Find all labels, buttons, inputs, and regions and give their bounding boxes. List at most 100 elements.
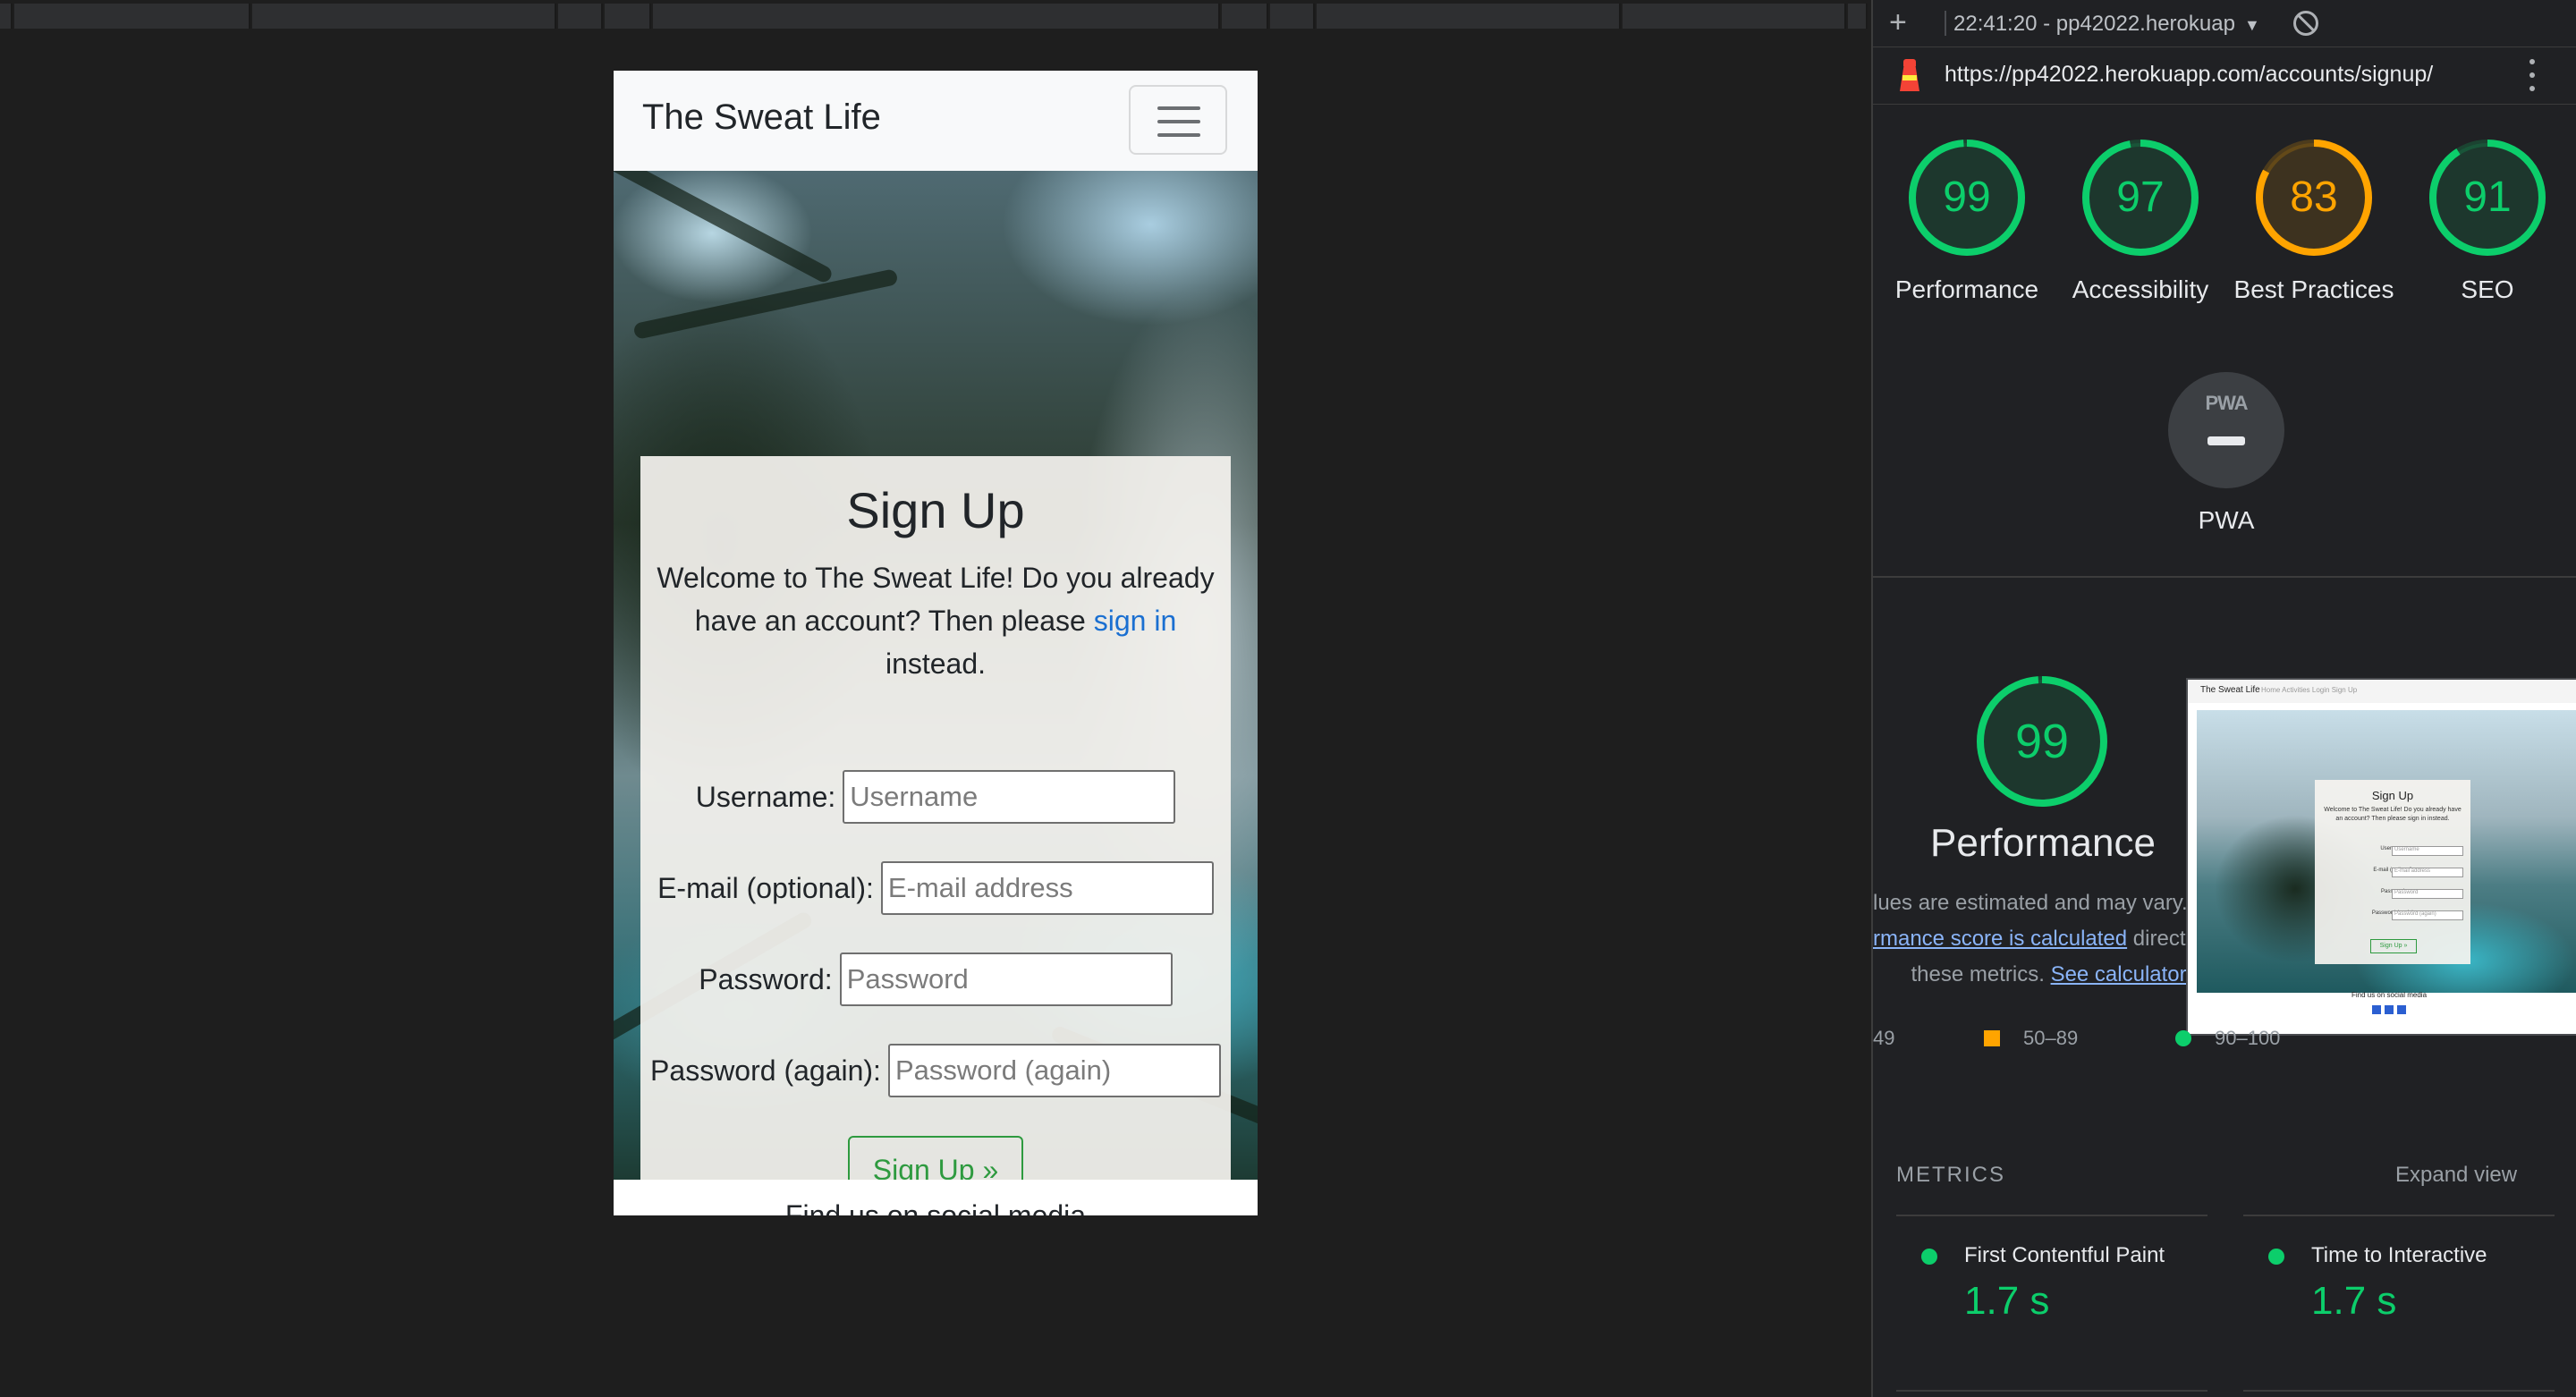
pwa-icon: PWA — [2205, 392, 2248, 414]
toolbar-divider — [1945, 11, 1946, 36]
thumb-row: Username:Username — [2324, 846, 2463, 857]
password-again-label: Password (again): — [650, 1054, 881, 1087]
metric-fcp-value: 1.7 s — [1964, 1279, 2050, 1323]
report-url[interactable]: https://pp42022.herokuapp.com/accounts/s… — [1945, 62, 2433, 88]
desc-line1: lues are estimated and may vary. — [1873, 891, 2188, 915]
thumb-hero: Sign Up Welcome to The Sweat Life! Do yo… — [2197, 710, 2576, 993]
score-value: 99 — [1943, 174, 1991, 221]
password-label: Password: — [699, 962, 833, 995]
performance-big-gauge: 99 — [1977, 676, 2107, 807]
average-square-icon — [1984, 1030, 2000, 1046]
lighthouse-panel: + 22:41:20 - pp42022.herokuap ▼ https://p… — [1871, 0, 2576, 1397]
section-divider — [1873, 576, 2576, 578]
thumb-text: Welcome to The Sweat Life! Do you alread… — [2324, 807, 2462, 822]
sign-up-button[interactable]: Sign Up » — [848, 1136, 1023, 1180]
legend-high: 90–100 — [2215, 1027, 2281, 1049]
clear-icon[interactable] — [2293, 11, 2318, 36]
report-selector[interactable]: 22:41:20 - pp42022.herokuap ▼ — [1953, 12, 2260, 37]
score-label: Best Practices — [2233, 275, 2394, 303]
device-toolbar-strip — [0, 0, 1871, 32]
thumb-title: Sign Up — [2371, 789, 2414, 802]
metric-tti-name: Time to Interactive — [2311, 1243, 2487, 1267]
desc-line3: these metrics. — [1911, 962, 2045, 986]
metric-divider — [2243, 1215, 2555, 1216]
signup-intro: Welcome to The Sweat Life! Do you alread… — [653, 556, 1218, 685]
hamburger-icon — [1157, 133, 1200, 137]
toolbar-segment[interactable] — [1848, 4, 1868, 29]
score-value: 97 — [2116, 174, 2165, 221]
new-report-button[interactable]: + — [1889, 5, 1907, 40]
pass-circle-icon — [2268, 1249, 2284, 1265]
final-screenshot-thumbnail[interactable]: The Sweat Life Home Activities Login Sig… — [2186, 678, 2576, 1036]
score-gauge-seo[interactable]: 91 — [2429, 140, 2546, 256]
lighthouse-toolbar: + 22:41:20 - pp42022.herokuap ▼ — [1873, 0, 2576, 47]
device-emulation-area: The Sweat Life Sign Up Welcome to The Sw… — [0, 0, 1871, 1397]
see-calculator-link[interactable]: See calculator. — [2051, 962, 2191, 986]
thumb-footer: Find us on social media — [2351, 991, 2428, 999]
site-footer: Find us on social media — [614, 1180, 1258, 1215]
thumb-nav-links: Home Activities Login Sign Up — [2261, 686, 2358, 694]
legend-low: 49 — [1873, 1027, 1895, 1049]
toolbar-segment[interactable] — [1222, 4, 1268, 29]
thumb-row: Password (again):Password (again) — [2324, 910, 2463, 921]
toolbar-segment[interactable] — [0, 4, 13, 29]
email-input[interactable]: E-mail address — [880, 861, 1214, 915]
toolbar-segment[interactable] — [605, 4, 651, 29]
score-label: SEO — [2461, 275, 2514, 303]
performance-description: lues are estimated and may vary. rmance … — [1873, 885, 2195, 993]
score-gauge-best-practices[interactable]: 83 — [2256, 140, 2372, 256]
hamburger-icon — [1157, 120, 1200, 123]
thumb-row: E-mail (optional):E-mail address — [2324, 868, 2463, 878]
toolbar-segment[interactable] — [1317, 4, 1621, 29]
pine-branch — [632, 268, 899, 340]
score-gauge-accessibility[interactable]: 97 — [2082, 140, 2199, 256]
toolbar-segment[interactable] — [1270, 4, 1315, 29]
report-url-bar: https://pp42022.herokuapp.com/accounts/s… — [1873, 47, 2576, 105]
thumb-card: Sign Up Welcome to The Sweat Life! Do yo… — [2315, 780, 2470, 964]
metric-divider — [2243, 1390, 2555, 1392]
signup-card: Sign Up Welcome to The Sweat Life! Do yo… — [640, 456, 1231, 1180]
username-input[interactable]: Username — [843, 770, 1176, 824]
thumb-navbar: The Sweat Life Home Activities Login Sig… — [2188, 680, 2576, 703]
toolbar-segment[interactable] — [14, 4, 250, 29]
score-label: Accessibility — [2072, 275, 2209, 303]
pwa-label: PWA — [2198, 506, 2255, 534]
metric-divider — [1896, 1215, 2207, 1216]
score-gauge-performance[interactable]: 99 — [1909, 140, 2025, 256]
metrics-header: METRICS — [1896, 1163, 2005, 1187]
toolbar-segment[interactable] — [1623, 4, 1846, 29]
password-again-row: Password (again): Password (again) — [640, 1044, 1231, 1097]
score-value: 91 — [2463, 174, 2512, 221]
mobile-viewport: The Sweat Life Sign Up Welcome to The Sw… — [614, 71, 1258, 1215]
sign-in-link[interactable]: sign in — [1094, 605, 1177, 637]
footer-text: Find us on social media — [784, 1199, 1087, 1215]
score-calculation-link[interactable]: rmance score is calculated — [1873, 927, 2127, 951]
toolbar-segment[interactable] — [252, 4, 556, 29]
navbar-brand[interactable]: The Sweat Life — [642, 97, 881, 138]
pwa-badge[interactable]: PWA — [2168, 372, 2284, 488]
username-label: Username: — [695, 780, 836, 813]
menu-toggle-button[interactable] — [1129, 85, 1227, 155]
hamburger-icon — [1157, 106, 1200, 110]
metric-divider — [1896, 1390, 2207, 1392]
score-legend: 49 50–89 90–100 — [1873, 1027, 2576, 1054]
metric-fcp-name: First Contentful Paint — [1964, 1243, 2165, 1267]
more-options-icon[interactable] — [2529, 59, 2535, 91]
metric-tti-value: 1.7 s — [2311, 1279, 2397, 1323]
expand-view-toggle[interactable]: Expand view — [2395, 1163, 2517, 1188]
toolbar-segment[interactable] — [653, 4, 1220, 29]
password-row: Password: Password — [640, 952, 1231, 1006]
pine-branch — [614, 171, 835, 285]
report-selector-label: 22:41:20 - pp42022.herokuap — [1953, 12, 2235, 36]
thumb-row: Password:Password — [2324, 889, 2463, 900]
toolbar-segment[interactable] — [558, 4, 603, 29]
twitter-icon — [2397, 1005, 2406, 1014]
score-label: Performance — [1894, 275, 2039, 303]
signup-intro-text-end: instead. — [885, 648, 987, 680]
score-value: 83 — [2290, 174, 2338, 221]
legend-mid: 50–89 — [2023, 1027, 2079, 1049]
lighthouse-logo-icon — [1900, 59, 1919, 91]
password-again-input[interactable]: Password (again) — [887, 1044, 1221, 1097]
desc-line2: direct — [2132, 927, 2186, 951]
password-input[interactable]: Password — [839, 952, 1173, 1006]
